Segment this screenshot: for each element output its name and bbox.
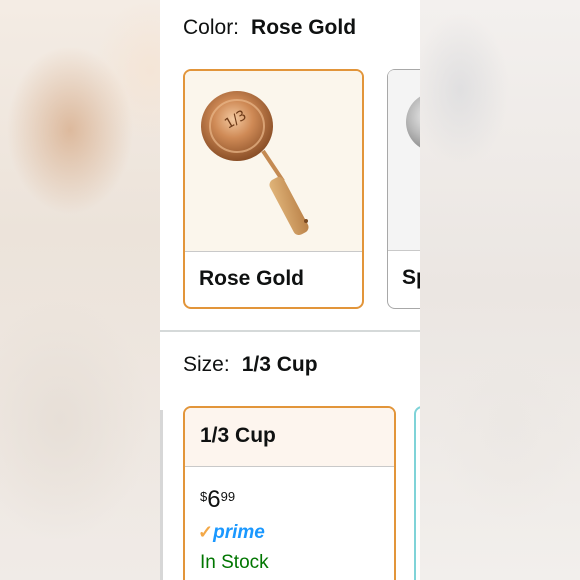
color-label: Color: [183, 16, 240, 39]
color-swatch-label: Sp [402, 266, 420, 289]
size-option-title: 1/3 Cup [200, 424, 276, 447]
color-selected-value: Rose Gold [251, 16, 357, 39]
prime-badge: ✓prime [198, 522, 265, 546]
prime-logo-text: prime [213, 522, 265, 543]
swatch-divider [388, 250, 420, 251]
size-label: Size: [183, 353, 230, 376]
measuring-cup-icon: 1/3 [201, 91, 309, 236]
price: $699 [200, 486, 235, 514]
size-selected-value: 1/3 Cup [241, 353, 318, 376]
blurred-background-left [0, 0, 160, 580]
product-variation-panel: Color: Rose Gold 1/3 Rose Gold S Size: 1… [160, 0, 420, 580]
color-swatch-rose-gold[interactable]: 1/3 Rose Gold [183, 69, 364, 309]
section-divider [160, 330, 420, 332]
silver-measuring-cup-image [388, 70, 420, 250]
size-option-1-3-cup[interactable]: 1/3 Cup $699 ✓prime In Stock [183, 406, 396, 580]
size-option-header: 1/3 Cup [185, 408, 394, 467]
previous-size-card-edge[interactable] [160, 410, 163, 580]
color-selector-header: Color: Rose Gold [183, 16, 356, 40]
price-whole: 6 [207, 486, 221, 513]
prime-check-icon: ✓ [198, 522, 214, 542]
next-size-card-edge[interactable] [414, 406, 420, 580]
swatch-divider [185, 251, 362, 252]
size-selector-header: Size: 1/3 Cup [183, 353, 318, 377]
blurred-background-right [420, 0, 580, 580]
price-currency-symbol: $ [200, 489, 208, 504]
rose-gold-measuring-cup-image: 1/3 [185, 71, 362, 251]
color-swatch-other[interactable]: Sp [387, 69, 420, 309]
price-fraction: 99 [220, 489, 236, 504]
measuring-cup-icon [406, 96, 420, 148]
color-swatch-label: Rose Gold [199, 267, 305, 290]
availability-status: In Stock [200, 552, 269, 573]
